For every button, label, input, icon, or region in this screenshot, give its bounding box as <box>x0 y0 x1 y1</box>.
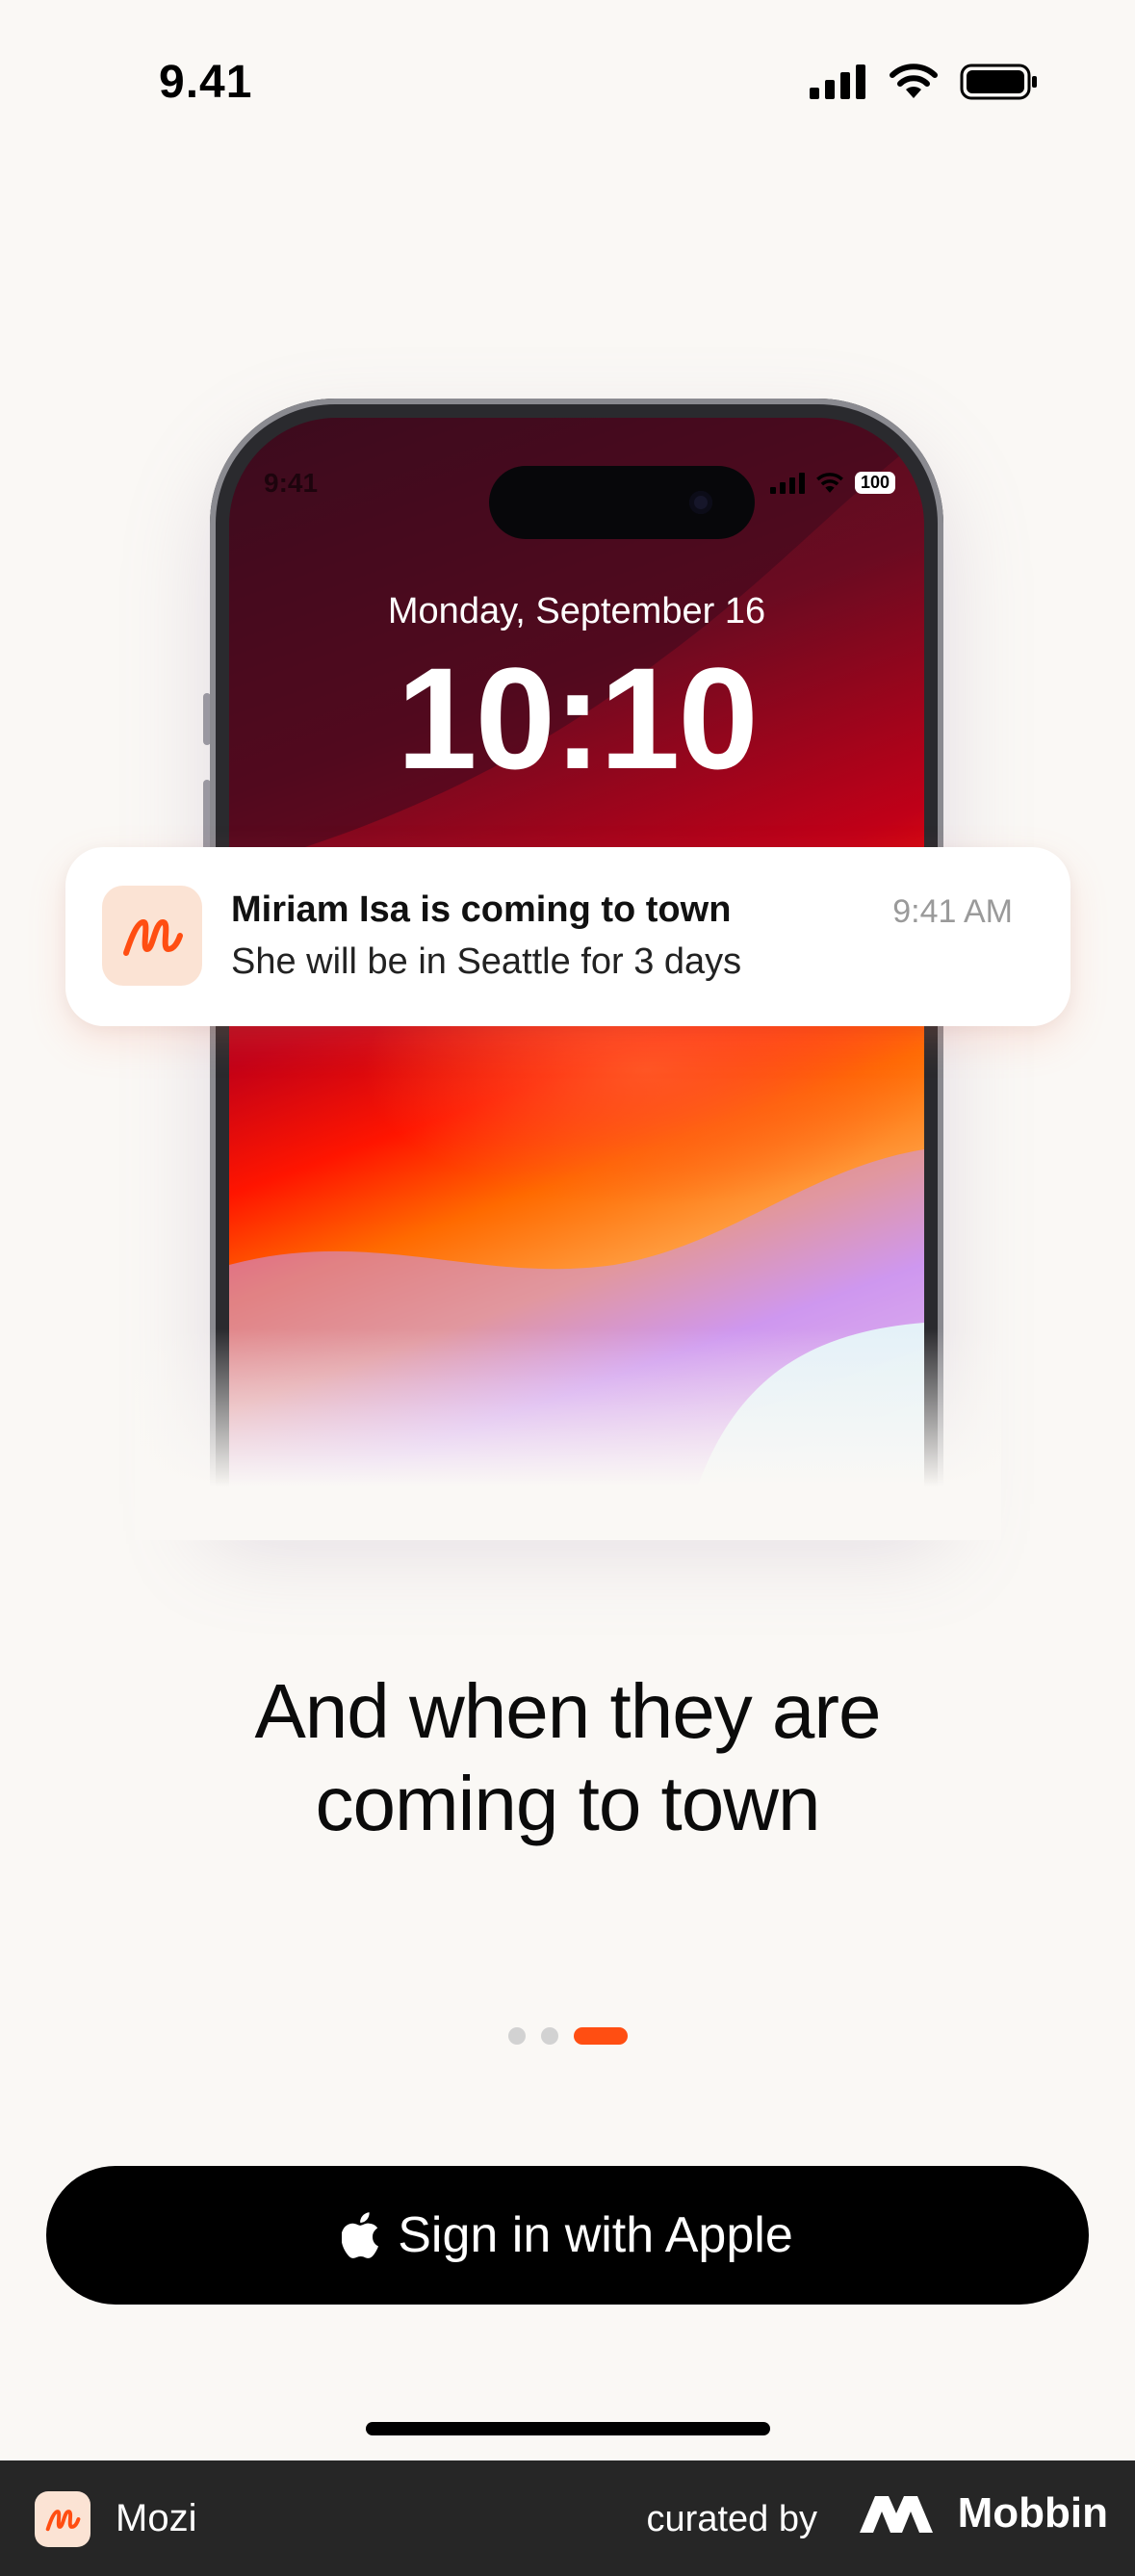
status-icons <box>810 64 1039 100</box>
dynamic-island <box>489 466 755 539</box>
page-dot-active[interactable] <box>573 2027 628 2045</box>
mobbin-logo-icon <box>859 2496 933 2533</box>
footer-curated-by: curated by <box>646 2499 817 2539</box>
apple-logo-icon <box>342 2212 379 2258</box>
page-dot[interactable] <box>507 2027 526 2045</box>
cellular-signal-icon <box>810 64 865 99</box>
footer-app-name: Mozi <box>116 2497 197 2539</box>
sign-in-with-apple-label: Sign in with Apple <box>398 2207 793 2263</box>
headline-line-1: And when they are <box>254 1668 881 1754</box>
mobbin-brand: Mobbin <box>858 2489 1108 2537</box>
lock-status-icons: 100 <box>769 472 895 494</box>
mozi-app-icon <box>102 886 202 986</box>
lock-clock: 10:10 <box>397 637 759 799</box>
notification-card: Miriam Isa is coming to town She will be… <box>65 847 1071 1026</box>
status-time: 9.41 <box>159 57 253 108</box>
notification-time: 9:41 AM <box>892 893 1013 930</box>
page-indicator <box>0 2027 1135 2045</box>
page-dot[interactable] <box>540 2027 558 2045</box>
status-bar: 9.41 <box>0 0 1135 173</box>
headline-line-2: coming to town <box>315 1761 820 1846</box>
wifi-icon <box>890 64 938 98</box>
lock-status-time: 9:41 <box>264 468 319 498</box>
lock-date: Monday, September 16 <box>387 591 766 631</box>
mobbin-footer: Mozi curated by Mobbin <box>0 2460 1135 2576</box>
wifi-icon <box>816 472 843 493</box>
notification-title: Miriam Isa is coming to town <box>231 889 732 930</box>
home-indicator[interactable] <box>366 2422 770 2435</box>
battery-icon <box>960 64 1037 100</box>
sign-in-with-apple-button[interactable]: Sign in with Apple <box>46 2166 1089 2305</box>
mozi-app-icon <box>35 2491 90 2547</box>
front-camera-icon <box>689 491 712 514</box>
cellular-signal-icon <box>769 472 805 494</box>
notification-body: She will be in Seattle for 3 days <box>231 941 742 982</box>
onboarding-headline: And when they are coming to town <box>0 1665 1135 1850</box>
mobbin-brand-name: Mobbin <box>957 2489 1108 2537</box>
battery-level: 100 <box>854 472 895 494</box>
phone-fade-overlay <box>135 1328 1001 1540</box>
